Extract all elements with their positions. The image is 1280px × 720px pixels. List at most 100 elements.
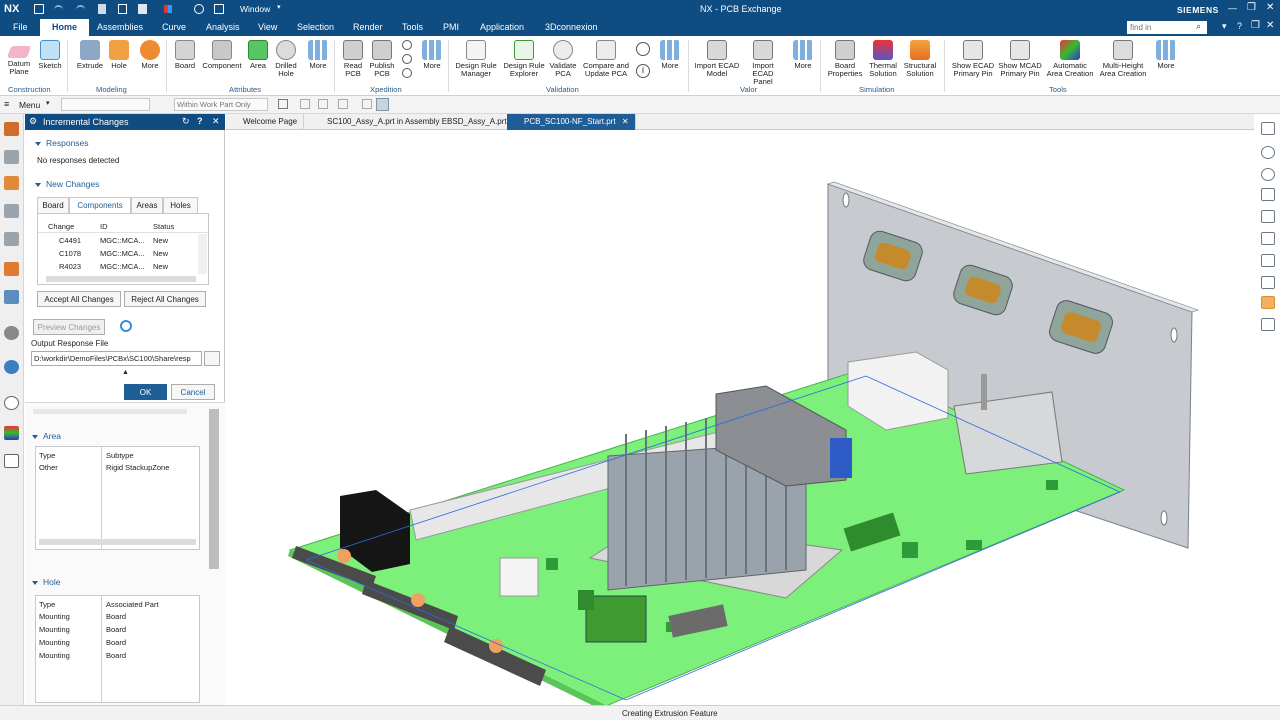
list-icon[interactable] (1261, 188, 1275, 201)
tab-components[interactable]: Components (69, 197, 131, 214)
assembly-navigator-icon[interactable] (4, 150, 19, 164)
table-row[interactable]: Mounting Board (36, 649, 199, 662)
menu-3dconnexion[interactable]: 3Dconnexion (545, 22, 598, 32)
restore-icon[interactable]: ❐ (1247, 2, 1256, 13)
table-row[interactable]: C4491 MGC::MCA... New (38, 234, 198, 247)
column-type[interactable]: Type (39, 600, 55, 609)
menu-home[interactable]: Home (40, 19, 90, 36)
tab-sc100-assy[interactable]: SC100_Assy_A.prt in Assembly EBSD_Assy_A… (310, 114, 514, 130)
table-row[interactable]: Mounting Board (36, 610, 199, 623)
touch-mode-icon[interactable] (194, 4, 204, 14)
restore-icon[interactable]: ❐ (1251, 20, 1260, 31)
window-menu[interactable]: Window (240, 4, 270, 14)
menu-analysis[interactable]: Analysis (206, 22, 240, 32)
search-icon[interactable]: ⌕ (1196, 21, 1201, 32)
history-icon[interactable] (4, 232, 19, 246)
tools-more-button[interactable]: More (1153, 40, 1179, 70)
table-row[interactable]: Mounting Board (36, 623, 199, 636)
pcb-refresh-icon[interactable] (402, 68, 412, 78)
publish-pcb-button[interactable]: Publish PCB (368, 40, 396, 78)
view-icon[interactable] (1261, 210, 1275, 223)
validation-more-button[interactable]: More (657, 40, 683, 70)
output-response-file-input[interactable] (31, 351, 202, 366)
snap-icon[interactable] (362, 99, 372, 109)
table-row[interactable]: C1078 MGC::MCA... New (38, 247, 198, 260)
close-icon[interactable]: ✕ (1266, 2, 1274, 13)
reuse-library-icon[interactable] (4, 204, 19, 218)
show-ecad-primary-pin-button[interactable]: Show ECAD Primary Pin (951, 40, 995, 78)
area-section-header[interactable]: Area (32, 431, 61, 441)
undo-icon[interactable] (54, 5, 63, 13)
sketch-button[interactable]: Sketch (36, 40, 64, 70)
chevron-down-icon[interactable]: ▾ (277, 3, 281, 11)
switch-window-icon[interactable] (164, 5, 172, 13)
column-id[interactable]: ID (100, 222, 108, 231)
command-search-input[interactable] (1127, 21, 1207, 34)
drilled-hole-button[interactable]: Drilled Hole (273, 40, 299, 78)
move-icon[interactable] (338, 99, 348, 109)
board-button[interactable]: Board (172, 40, 198, 70)
menu-render[interactable]: Render (353, 22, 383, 32)
grid-icon[interactable] (1261, 276, 1275, 289)
tab-board[interactable]: Board (37, 197, 69, 213)
cancel-button[interactable]: Cancel (171, 384, 215, 400)
tab-pcb-sc100-start[interactable]: PCB_SC100-NF_Start.prt ✕ (507, 114, 636, 130)
table-row[interactable]: Mounting Board (36, 636, 199, 649)
color-icon[interactable] (1261, 296, 1275, 309)
close-icon[interactable]: ✕ (622, 117, 629, 126)
expand-icon[interactable]: ▾ (1222, 21, 1227, 32)
column-status[interactable]: Status (153, 222, 174, 231)
paste-icon[interactable] (138, 4, 147, 14)
extrude-button[interactable]: Extrude (75, 40, 105, 70)
tab-holes[interactable]: Holes (163, 197, 198, 213)
horizontal-scrollbar[interactable] (46, 276, 196, 282)
part-navigator-icon[interactable] (4, 122, 19, 136)
board-properties-button[interactable]: Board Properties (826, 40, 864, 78)
menu-icon[interactable]: ≡ (4, 99, 9, 109)
design-rule-manager-button[interactable]: Design Rule Manager (453, 40, 499, 78)
column-associated-part[interactable]: Associated Part (106, 600, 159, 609)
vertical-scrollbar[interactable] (198, 234, 207, 274)
accept-all-changes-button[interactable]: Accept All Changes (37, 291, 121, 307)
menu-tools[interactable]: Tools (402, 22, 423, 32)
tab-welcome-page[interactable]: Welcome Page (226, 114, 305, 130)
pcb-sync-icon[interactable] (402, 40, 412, 50)
save-icon[interactable] (34, 4, 44, 14)
hole-button[interactable]: Hole (108, 40, 130, 70)
hole-section-header[interactable]: Hole (32, 577, 60, 587)
filter-icon[interactable] (278, 99, 288, 109)
clock-icon[interactable] (4, 396, 19, 410)
reset-icon[interactable]: ↻ (182, 116, 190, 127)
new-changes-section-header[interactable]: New Changes (35, 179, 99, 189)
minimize-icon[interactable]: — (1228, 3, 1237, 13)
horizontal-scrollbar[interactable] (33, 409, 187, 414)
gear-icon[interactable] (1261, 168, 1275, 181)
layer-icon[interactable] (1261, 122, 1275, 135)
copy-icon[interactable] (118, 4, 127, 14)
show-mcad-primary-pin-button[interactable]: Show MCAD Primary Pin (997, 40, 1043, 78)
compare-update-pca-button[interactable]: Compare and Update PCA (581, 40, 631, 78)
ok-button[interactable]: OK (124, 384, 167, 400)
column-subtype[interactable]: Subtype (106, 451, 134, 460)
redo-icon[interactable] (76, 5, 85, 13)
table-row[interactable]: Other Rigid StackupZone (36, 461, 199, 474)
cube-icon[interactable] (1261, 232, 1275, 245)
tab-areas[interactable]: Areas (131, 197, 163, 213)
xpedition-more-button[interactable]: More (419, 40, 445, 70)
folder-open-icon[interactable] (204, 351, 220, 366)
process-studio-icon[interactable] (4, 262, 19, 276)
panel-scrollbar[interactable] (209, 409, 219, 569)
validate-pca-button[interactable]: Validate PCA (548, 40, 578, 78)
snap-toggle-icon[interactable] (376, 98, 389, 111)
automatic-area-creation-button[interactable]: Automatic Area Creation (1045, 40, 1095, 78)
design-rule-explorer-button[interactable]: Design Rule Explorer (501, 40, 547, 78)
type-filter-select[interactable] (61, 98, 150, 111)
horizontal-scrollbar[interactable] (39, 539, 196, 545)
collapse-arrow-icon[interactable]: ▲ (122, 369, 129, 376)
gear-icon[interactable] (636, 42, 650, 56)
multi-height-area-creation-button[interactable]: Multi-Height Area Creation (1097, 40, 1149, 78)
import-ecad-model-button[interactable]: Import ECAD Model (694, 40, 740, 78)
close-icon[interactable]: ✕ (212, 116, 220, 127)
responses-section-header[interactable]: Responses (35, 138, 89, 148)
globe-icon[interactable] (4, 360, 19, 374)
